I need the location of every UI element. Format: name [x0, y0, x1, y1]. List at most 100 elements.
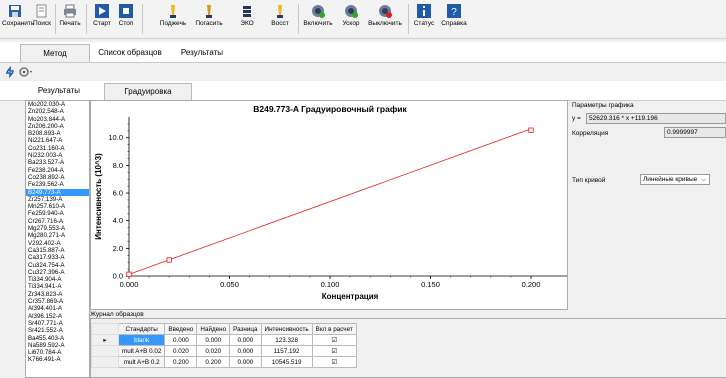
accelerate-button[interactable]: Ускор	[340, 2, 362, 36]
entered-cell[interactable]: 0.200	[164, 356, 198, 368]
status-button[interactable]: Статус	[412, 2, 436, 36]
list-item[interactable]: Cr267.716-A	[26, 218, 89, 225]
list-item[interactable]: V292.402-A	[26, 240, 89, 247]
toolbar-separator	[298, 4, 299, 34]
col-difference[interactable]: Разница	[229, 323, 262, 335]
list-item[interactable]: Mg279.553-A	[26, 225, 89, 232]
data-point	[166, 257, 172, 263]
standard-cell[interactable]: blank	[117, 334, 166, 346]
toolbar-separator	[86, 4, 87, 34]
refresh-icon[interactable]	[4, 66, 16, 78]
save-button[interactable]: Сохранить	[2, 2, 34, 36]
list-item[interactable]: Mo203.844-A	[26, 116, 89, 123]
list-item[interactable]: Zn202.548-A	[26, 108, 89, 115]
list-item[interactable]: Cu324.754-A	[26, 262, 89, 269]
list-item[interactable]: Ni221.647-A	[26, 137, 89, 144]
tab-results-sub[interactable]: Результаты	[20, 83, 98, 99]
list-item[interactable]: B208.893-A	[26, 130, 89, 137]
extinguish-button[interactable]: Погасить	[194, 2, 224, 36]
status-label: Статус	[413, 20, 435, 27]
include-checkbox[interactable]: ☑	[311, 334, 357, 346]
y-tick-label: 0.0	[113, 272, 123, 281]
list-item[interactable]: Na589.592-A	[26, 342, 89, 349]
list-item[interactable]: Ti334.904-A	[26, 276, 89, 283]
tab-results[interactable]: Результаты	[172, 44, 232, 61]
row-indicator	[91, 345, 119, 357]
y-tick-label: 6.0	[113, 189, 123, 198]
difference-cell: 0.000	[229, 345, 262, 357]
include-checkbox[interactable]: ☑	[311, 356, 357, 368]
list-item[interactable]: Ti334.941-A	[26, 283, 89, 290]
col-found[interactable]: Найдено	[196, 323, 231, 335]
list-item[interactable]: Cr357.869-A	[26, 298, 89, 305]
print-button[interactable]: Печать	[58, 2, 82, 36]
list-item[interactable]: Al394.401-A	[26, 305, 89, 312]
list-item[interactable]: Zr257.139-A	[26, 196, 89, 203]
svg-text:?: ?	[451, 7, 457, 18]
table-row[interactable]: mult A+B 0.2 0.200 0.200 0.000 10545.519…	[91, 356, 357, 368]
list-item[interactable]: Fe259.940-A	[26, 210, 89, 217]
table-row[interactable]: ▸ blank 0.000 0.000 0.000 123.328 ☑	[91, 334, 357, 346]
list-item[interactable]: Cu327.396-A	[26, 269, 89, 276]
entered-cell[interactable]: 0.020	[164, 345, 198, 357]
torch-icon	[170, 5, 176, 18]
fit-line	[128, 128, 532, 275]
help-button[interactable]: ? Справка	[440, 2, 468, 36]
restore-button[interactable]: Восст	[268, 2, 292, 36]
journal-title: Журнал образцов	[90, 311, 144, 318]
search-icon	[36, 4, 47, 18]
search-button[interactable]: Поиск	[32, 2, 52, 36]
chart-parameters-panel: Параметры графика y = 52629.316 * x +119…	[568, 100, 726, 308]
difference-cell: 0.000	[229, 356, 262, 368]
list-item[interactable]: Zn206.200-A	[26, 123, 89, 130]
col-entered[interactable]: Введено	[164, 323, 198, 335]
col-intensity[interactable]: Интенсивность	[260, 323, 313, 335]
power-off-button[interactable]: Выключить	[368, 2, 402, 36]
settings-dropdown-icon[interactable]	[18, 66, 34, 78]
list-item[interactable]: Ba233.527-A	[26, 159, 89, 166]
wavelength-list[interactable]: Mo202.030-A Zn202.548-A Mo203.844-A Zn206.2…	[25, 100, 90, 378]
tab-method[interactable]: Метод	[20, 44, 90, 62]
list-item[interactable]: Sr407.771-A	[26, 320, 89, 327]
list-item[interactable]: Sr421.552-A	[26, 327, 89, 334]
list-item[interactable]: Fe239.562-A	[26, 181, 89, 188]
list-item[interactable]: Mn257.610-A	[26, 203, 89, 210]
list-item[interactable]: Co238.892-A	[26, 174, 89, 181]
found-cell: 0.200	[196, 356, 231, 368]
start-button[interactable]: Старт	[92, 2, 112, 36]
list-item[interactable]: Fe238.204-A	[26, 167, 89, 174]
tab-calibration[interactable]: Градуировка	[104, 83, 192, 100]
list-item[interactable]: Zr343.823-A	[26, 291, 89, 298]
list-item[interactable]: K766.491-A	[26, 356, 89, 363]
list-item[interactable]: Mo202.030-A	[26, 101, 89, 108]
stop-icon	[119, 4, 133, 18]
eco-button[interactable]: ЭКО	[236, 2, 258, 36]
list-item[interactable]: Li670.784-A	[26, 349, 89, 356]
power-on-button[interactable]: Включить	[302, 2, 334, 36]
curve-type-select[interactable]: Линейные кривые ⌵	[640, 174, 710, 185]
list-item[interactable]: Al396.152-A	[26, 313, 89, 320]
data-point	[528, 127, 534, 133]
list-item[interactable]: Mg280.271-A	[26, 232, 89, 239]
y-tick-label: 4.0	[113, 216, 123, 225]
calibration-chart-panel: B249.773-A Градуировочный график 0.000 0.0…	[90, 100, 571, 310]
list-item[interactable]: Ba455.403-A	[26, 335, 89, 342]
col-included[interactable]: Вкл в расчет	[311, 323, 357, 335]
col-standards[interactable]: Стандарты	[117, 323, 166, 335]
table-row[interactable]: mult A+B 0.02 0.020 0.020 0.000 1157.192…	[91, 345, 357, 357]
include-checkbox[interactable]: ☑	[311, 345, 357, 357]
list-item[interactable]: Ca317.933-A	[26, 254, 89, 261]
standard-cell[interactable]: mult A+B 0.2	[117, 356, 166, 368]
list-item[interactable]: Ni232.003-A	[26, 152, 89, 159]
entered-cell[interactable]: 0.000	[164, 334, 198, 346]
ignite-button[interactable]: Поджечь	[158, 2, 188, 36]
calibration-chart: B249.773-A Градуировочный график0.000 0.0…	[94, 104, 571, 301]
standard-cell[interactable]: mult A+B 0.02	[117, 345, 166, 357]
tab-sample-list[interactable]: Список образцов	[94, 44, 166, 61]
list-item[interactable]: Ca315.887-A	[26, 247, 89, 254]
restore-label: Восст	[271, 20, 289, 27]
sample-journal: Стандарты Введено Найдено Разница Интенс…	[90, 318, 726, 378]
list-item[interactable]: Co231.160-A	[26, 145, 89, 152]
stop-button[interactable]: Стоп	[116, 2, 136, 36]
list-item[interactable]: B249.773-A	[26, 188, 89, 196]
